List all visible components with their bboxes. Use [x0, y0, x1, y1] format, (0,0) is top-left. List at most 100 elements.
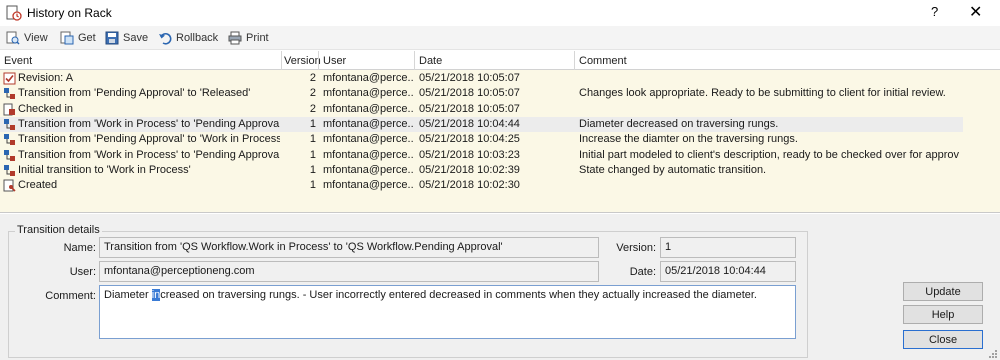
comment-cell: Diameter decreased on traversing rungs.: [579, 117, 779, 130]
name-label: Name:: [63, 242, 96, 254]
version-cell: 1: [309, 133, 316, 146]
help-title-button[interactable]: ?: [931, 4, 938, 19]
event-cell: Transition from 'Work in Process' to 'Pe…: [18, 117, 280, 130]
comment-text-after: creased on traversing rungs. - User inco…: [160, 289, 757, 301]
table-row[interactable]: Checked in 2 mfontana@perce... 05/21/2018 1…: [0, 102, 963, 117]
table-row[interactable]: Transition from 'Pending Approval' to 'R…: [0, 86, 963, 101]
get-icon: [60, 31, 74, 45]
transition-icon: [4, 149, 15, 161]
view-label: View: [24, 32, 48, 44]
transition-icon: [4, 164, 15, 176]
close-button[interactable]: Close: [903, 330, 983, 349]
title-bar: History on Rack ? ✕: [0, 0, 1000, 26]
toolbar: View Get Save Rollback Print: [0, 26, 1000, 50]
group-title: Transition details: [15, 224, 102, 236]
version-cell: 2: [309, 72, 316, 84]
transition-icon: [4, 88, 15, 100]
help-button[interactable]: Help: [903, 305, 983, 324]
comment-text-before: Diameter: [104, 289, 152, 301]
table-row[interactable]: Created 1 mfontana@perce... 05/21/2018 10:0…: [0, 178, 963, 193]
name-field[interactable]: Transition from 'QS Workflow.Work in Pro…: [99, 237, 599, 258]
print-button[interactable]: Print: [228, 30, 269, 46]
comment-field[interactable]: Diameter increased on traversing rungs. …: [99, 285, 796, 339]
column-header-version[interactable]: Version: [284, 55, 321, 67]
date-cell: 05/21/2018 10:03:23: [419, 148, 520, 161]
user-cell: mfontana@perce...: [323, 102, 413, 115]
history-grid[interactable]: Event Version User Date Comment Revision…: [0, 51, 1000, 213]
column-header-comment[interactable]: Comment: [579, 55, 627, 67]
date-cell: 05/21/2018 10:05:07: [419, 102, 520, 115]
window-title: History on Rack: [27, 6, 112, 20]
print-label: Print: [246, 32, 269, 44]
get-button[interactable]: Get: [60, 30, 96, 46]
event-cell: Created: [18, 179, 58, 192]
version-field[interactable]: 1: [660, 237, 796, 258]
user-cell: mfontana@perce...: [323, 72, 413, 84]
comment-selection: in: [151, 289, 161, 301]
view-button[interactable]: View: [6, 30, 48, 46]
user-cell: mfontana@perce...: [323, 117, 413, 130]
details-panel: Transition details Name: Transition from…: [0, 214, 1000, 360]
grid-header: Event Version User Date Comment: [0, 51, 963, 70]
event-cell: Initial transition to 'Work in Process': [18, 163, 191, 176]
version-label: Version:: [616, 242, 656, 254]
user-cell: mfontana@perce...: [323, 179, 413, 192]
history-icon: [6, 5, 22, 21]
close-window-button[interactable]: ✕: [969, 2, 982, 22]
date-field[interactable]: 05/21/2018 10:04:44: [660, 261, 796, 282]
table-row[interactable]: Initial transition to 'Work in Process' 1…: [0, 163, 963, 178]
table-row[interactable]: Transition from 'Pending Approval' to 'W…: [0, 132, 963, 147]
transition-icon: [4, 134, 15, 146]
rollback-icon: [159, 33, 172, 45]
user-cell: mfontana@perce...: [323, 133, 413, 146]
checked-in-icon: [3, 103, 15, 116]
comment-cell: Initial part modeled to client's descrip…: [579, 148, 959, 161]
revision-check-icon: [3, 72, 16, 85]
rollback-label: Rollback: [176, 32, 219, 44]
resize-grip-icon[interactable]: [988, 349, 998, 359]
user-label: User:: [69, 266, 96, 278]
print-icon: [228, 31, 242, 45]
event-cell: Transition from 'Pending Approval' to 'R…: [18, 87, 251, 100]
save-label: Save: [123, 32, 149, 44]
event-cell: Revision: A: [18, 72, 74, 84]
version-cell: 2: [309, 102, 316, 115]
version-cell: 1: [309, 163, 316, 176]
table-row[interactable]: Revision: A 2 mfontana@perce... 05/21/2018 …: [0, 71, 963, 86]
table-row[interactable]: Transition from 'Work in Process' to 'Pe…: [0, 116, 963, 132]
version-cell: 1: [309, 179, 316, 192]
date-cell: 05/21/2018 10:04:25: [419, 133, 520, 146]
user-field[interactable]: mfontana@perceptioneng.com: [99, 261, 599, 282]
comment-cell: Increase the diamter on the traversing r…: [579, 133, 798, 146]
comment-cell: Changes look appropriate. Ready to be su…: [579, 87, 946, 100]
view-icon: [6, 31, 20, 45]
save-icon: [105, 31, 119, 45]
save-button[interactable]: Save: [105, 30, 148, 46]
update-button[interactable]: Update: [903, 282, 983, 301]
version-cell: 1: [309, 148, 316, 161]
version-cell: 1: [309, 117, 316, 130]
comment-label: Comment:: [45, 290, 96, 302]
column-header-user[interactable]: User: [323, 55, 346, 67]
comment-cell: State changed by automatic transition.: [579, 163, 767, 176]
version-cell: 2: [309, 87, 316, 100]
user-cell: mfontana@perce...: [323, 148, 413, 161]
user-cell: mfontana@perce...: [323, 87, 413, 100]
date-cell: 05/21/2018 10:04:44: [419, 117, 520, 130]
event-cell: Transition from 'Pending Approval' to 'W…: [18, 133, 280, 146]
event-cell: Checked in: [18, 102, 74, 115]
date-cell: 05/21/2018 10:02:30: [419, 179, 520, 192]
created-icon: [3, 179, 16, 192]
rollback-button[interactable]: Rollback: [158, 30, 218, 46]
date-cell: 05/21/2018 10:05:07: [419, 87, 520, 100]
date-label: Date:: [629, 266, 656, 278]
table-row[interactable]: Transition from 'Work in Process' to 'Pe…: [0, 148, 963, 163]
column-header-date[interactable]: Date: [419, 55, 442, 67]
date-cell: 05/21/2018 10:05:07: [419, 72, 520, 84]
get-label: Get: [78, 32, 96, 44]
transition-icon: [4, 118, 15, 130]
event-cell: Transition from 'Work in Process' to 'Pe…: [18, 148, 280, 161]
user-cell: mfontana@perce...: [323, 163, 413, 176]
column-header-event[interactable]: Event: [4, 55, 32, 67]
date-cell: 05/21/2018 10:02:39: [419, 163, 520, 176]
